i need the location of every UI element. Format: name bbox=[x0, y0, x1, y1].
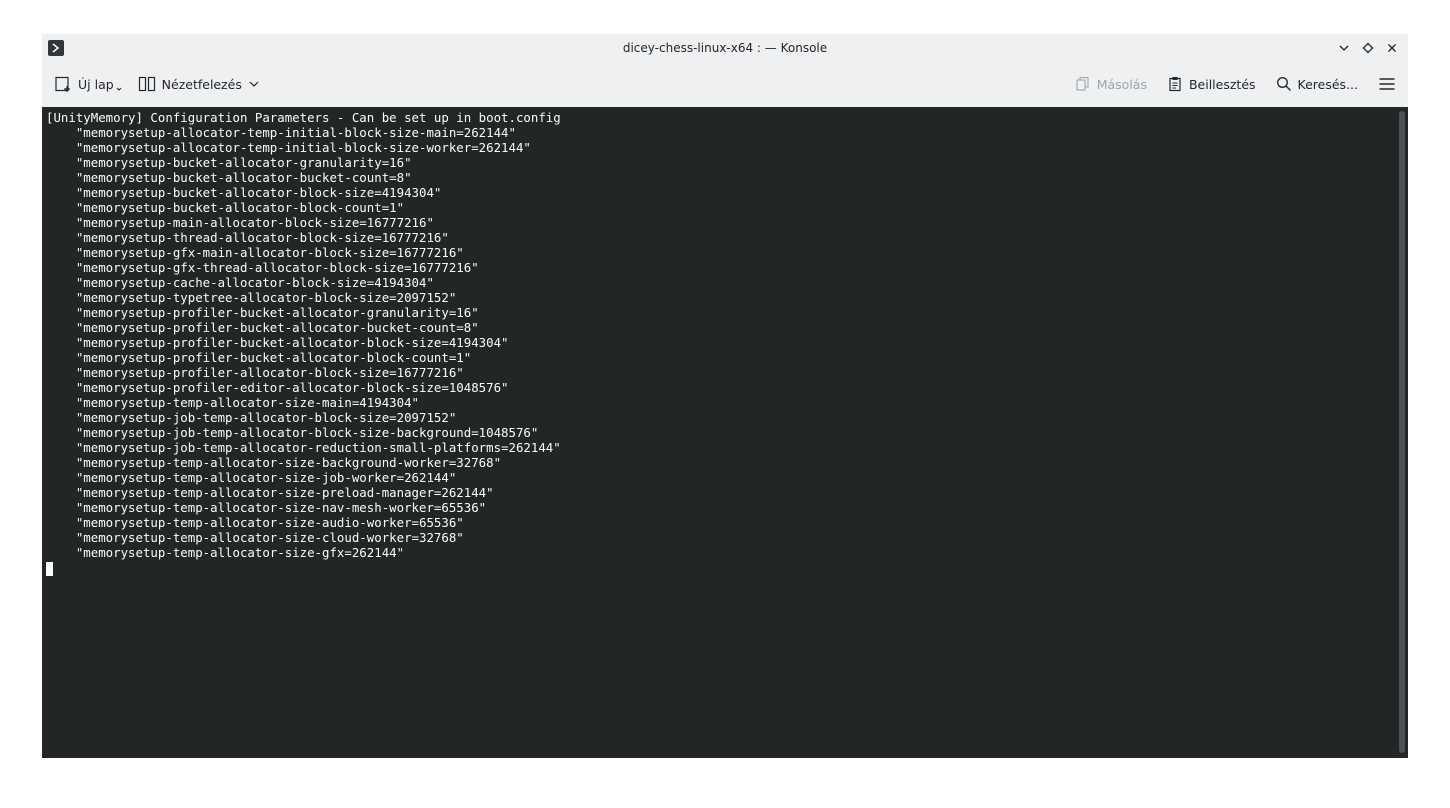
terminal-line: "memorysetup-temp-allocator-size-cloud-w… bbox=[46, 530, 464, 545]
split-view-icon bbox=[138, 76, 155, 92]
terminal-line: "memorysetup-temp-allocator-size-preload… bbox=[46, 485, 494, 500]
find-label: Keresés... bbox=[1297, 76, 1358, 92]
new-tab-label: Új lap bbox=[78, 76, 114, 92]
close-icon bbox=[1388, 44, 1396, 52]
terminal-line: "memorysetup-allocator-temp-initial-bloc… bbox=[46, 140, 531, 155]
terminal-line: "memorysetup-thread-allocator-block-size… bbox=[46, 230, 449, 245]
terminal-line: "memorysetup-gfx-thread-allocator-block-… bbox=[46, 260, 479, 275]
terminal-line: "memorysetup-profiler-bucket-allocator-b… bbox=[46, 320, 479, 335]
terminal-line: "memorysetup-temp-allocator-size-nav-mes… bbox=[46, 500, 487, 515]
title-bar[interactable]: dicey-chess-linux-x64 : — Konsole bbox=[42, 34, 1408, 62]
close-button[interactable] bbox=[1382, 38, 1402, 58]
paste-button[interactable]: Beillesztés bbox=[1167, 76, 1256, 92]
terminal-line: "memorysetup-profiler-allocator-block-si… bbox=[46, 365, 464, 380]
find-button[interactable]: Keresés... bbox=[1276, 76, 1358, 92]
hamburger-menu-icon bbox=[1379, 78, 1395, 90]
copy-button[interactable]: Másolás bbox=[1075, 76, 1147, 92]
terminal-line: "memorysetup-temp-allocator-size-backgro… bbox=[46, 455, 502, 470]
konsole-window: dicey-chess-linux-x64 : — Konsole Új lap bbox=[42, 34, 1408, 758]
terminal-line: "memorysetup-profiler-bucket-allocator-g… bbox=[46, 305, 479, 320]
terminal-cursor bbox=[46, 562, 53, 576]
terminal-view[interactable]: [UnityMemory] Configuration Parameters -… bbox=[42, 107, 1408, 758]
search-icon bbox=[1276, 77, 1291, 91]
chevron-down-icon bbox=[1339, 45, 1349, 51]
terminal-line: "memorysetup-job-temp-allocator-block-si… bbox=[46, 410, 457, 425]
terminal-line: "memorysetup-profiler-bucket-allocator-b… bbox=[46, 335, 509, 350]
terminal-line: "memorysetup-profiler-bucket-allocator-b… bbox=[46, 350, 472, 365]
paste-label: Beillesztés bbox=[1188, 76, 1256, 92]
split-view-button[interactable]: Nézetfelezés bbox=[138, 75, 260, 93]
terminal-line: "memorysetup-profiler-editor-allocator-b… bbox=[46, 380, 509, 395]
terminal-line: "memorysetup-gfx-main-allocator-block-si… bbox=[46, 245, 464, 260]
terminal-line: "memorysetup-allocator-temp-initial-bloc… bbox=[46, 125, 516, 140]
terminal-line: "memorysetup-temp-allocator-size-audio-w… bbox=[46, 515, 464, 530]
window-controls bbox=[1334, 38, 1402, 58]
hamburger-menu-button[interactable] bbox=[1378, 75, 1396, 93]
minimize-button[interactable] bbox=[1334, 38, 1354, 58]
terminal-line: "memorysetup-temp-allocator-size-main=41… bbox=[46, 395, 419, 410]
diamond-icon bbox=[1362, 42, 1374, 54]
scrollbar-thumb[interactable] bbox=[1399, 111, 1405, 753]
terminal-line: "memorysetup-bucket-allocator-block-size… bbox=[46, 185, 442, 200]
terminal-line: "memorysetup-bucket-allocator-granularit… bbox=[46, 155, 412, 170]
terminal-line: "memorysetup-job-temp-allocator-reductio… bbox=[46, 440, 561, 455]
terminal-output: [UnityMemory] Configuration Parameters -… bbox=[46, 110, 1408, 560]
paste-icon bbox=[1169, 77, 1181, 92]
terminal-line: [UnityMemory] Configuration Parameters -… bbox=[46, 110, 561, 125]
copy-icon bbox=[1076, 76, 1089, 91]
terminal-line: "memorysetup-job-temp-allocator-block-si… bbox=[46, 425, 539, 440]
terminal-line: "memorysetup-cache-allocator-block-size=… bbox=[46, 275, 434, 290]
main-toolbar: Új lap Nézetfelezés Másolás Beillesztés … bbox=[42, 62, 1408, 106]
maximize-button[interactable] bbox=[1358, 38, 1378, 58]
chevron-down-icon bbox=[249, 81, 259, 87]
terminal-line: "memorysetup-typetree-allocator-block-si… bbox=[46, 290, 457, 305]
terminal-line: "memorysetup-temp-allocator-size-gfx=262… bbox=[46, 545, 405, 560]
new-tab-button[interactable]: Új lap bbox=[54, 75, 122, 93]
chevron-down-icon bbox=[116, 87, 122, 91]
new-tab-icon bbox=[55, 76, 70, 92]
window-title: dicey-chess-linux-x64 : — Konsole bbox=[622, 41, 828, 55]
split-view-label: Nézetfelezés bbox=[161, 76, 242, 92]
terminal-line: "memorysetup-bucket-allocator-bucket-cou… bbox=[46, 170, 412, 185]
terminal-scrollbar[interactable] bbox=[1398, 111, 1406, 753]
terminal-line: "memorysetup-temp-allocator-size-job-wor… bbox=[46, 470, 457, 485]
terminal-line: "memorysetup-bucket-allocator-block-coun… bbox=[46, 200, 405, 215]
copy-label: Másolás bbox=[1096, 76, 1147, 92]
terminal-line: "memorysetup-main-allocator-block-size=1… bbox=[46, 215, 434, 230]
